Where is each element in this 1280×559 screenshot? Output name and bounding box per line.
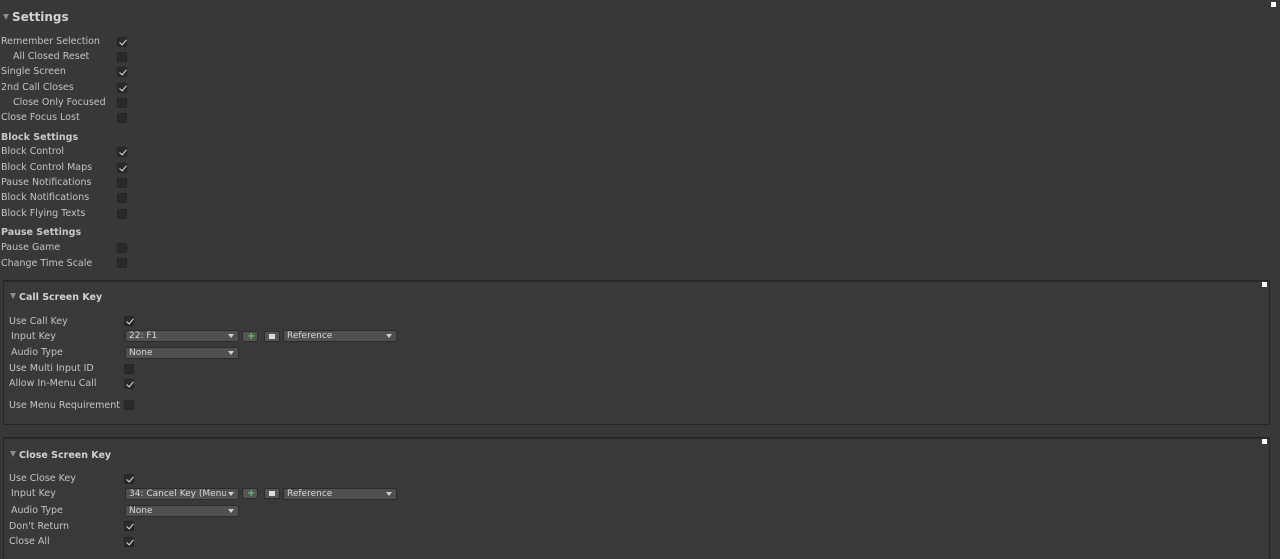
call-options-button[interactable] — [264, 331, 280, 342]
call-input-key-label: Input Key — [11, 331, 56, 342]
close-only-focused-label: Close Only Focused — [13, 97, 106, 108]
close-input-key-dropdown[interactable]: 34: Cancel Key (Menus — [125, 488, 239, 500]
use-call-key-label: Use Call Key — [9, 316, 68, 327]
close-audio-type-value: None — [129, 506, 153, 516]
block-notifications-toggle[interactable] — [117, 193, 127, 203]
allow-in-menu-call-label: Allow In-Menu Call — [9, 378, 97, 389]
close-audio-type-label: Audio Type — [11, 505, 63, 516]
block-settings-header: Block Settings — [1, 132, 79, 143]
call-reference-value: Reference — [287, 331, 333, 341]
close-input-key-value: 34: Cancel Key (Menus — [129, 489, 226, 499]
close-audio-type-dropdown[interactable]: None — [125, 505, 239, 517]
close-all-label: Close All — [9, 536, 50, 547]
close-input-key-label: Input Key — [11, 488, 56, 499]
pause-game-toggle[interactable] — [117, 243, 127, 253]
dont-return-label: Don't Return — [9, 521, 70, 532]
call-audio-type-label: Audio Type — [11, 347, 63, 358]
settings-title: Settings — [12, 10, 69, 24]
remember-selection-toggle[interactable] — [117, 37, 127, 47]
call-panel-corner-marker — [1262, 282, 1267, 287]
second-call-closes-toggle[interactable] — [117, 83, 127, 93]
call-reference-dropdown[interactable]: Reference — [283, 330, 397, 342]
use-menu-requirement-toggle[interactable] — [124, 400, 134, 410]
chevron-down-icon — [228, 509, 234, 513]
chevron-down-icon — [386, 492, 392, 496]
all-closed-reset-label: All Closed Reset — [13, 51, 90, 62]
block-flying-texts-label: Block Flying Texts — [1, 208, 86, 219]
chevron-down-icon — [228, 492, 234, 496]
use-multi-input-id-label: Use Multi Input ID — [9, 363, 94, 374]
change-time-scale-toggle[interactable] — [117, 258, 127, 268]
call-audio-type-value: None — [129, 348, 153, 358]
block-flying-texts-toggle[interactable] — [117, 209, 127, 219]
block-control-maps-toggle[interactable] — [117, 163, 127, 173]
triangle-down-icon — [10, 451, 16, 457]
use-menu-requirement-label: Use Menu Requirement — [9, 400, 120, 411]
close-add-button[interactable]: + — [242, 488, 258, 499]
change-time-scale-label: Change Time Scale — [1, 258, 93, 269]
close-screen-key-title: Close Screen Key — [19, 450, 112, 461]
call-input-key-dropdown[interactable]: 22: F1 — [125, 330, 239, 342]
plus-icon: + — [247, 331, 256, 342]
pause-settings-header: Pause Settings — [1, 227, 82, 238]
block-control-maps-label: Block Control Maps — [1, 162, 93, 173]
pause-notifications-label: Pause Notifications — [1, 177, 92, 188]
triangle-down-icon — [10, 293, 16, 299]
close-panel-corner-marker — [1262, 439, 1267, 444]
close-only-focused-toggle[interactable] — [117, 98, 127, 108]
block-notifications-label: Block Notifications — [1, 192, 90, 203]
block-control-toggle[interactable] — [117, 147, 127, 157]
plus-icon: + — [247, 488, 256, 499]
block-control-label: Block Control — [1, 146, 65, 157]
close-reference-dropdown[interactable]: Reference — [283, 488, 397, 500]
close-options-button[interactable] — [264, 488, 280, 499]
corner-marker — [1271, 2, 1276, 7]
use-multi-input-id-toggle[interactable] — [124, 364, 134, 374]
close-all-toggle[interactable] — [124, 537, 134, 547]
square-icon — [269, 491, 275, 496]
dont-return-toggle[interactable] — [124, 521, 134, 531]
settings-foldout[interactable]: Settings — [3, 10, 69, 24]
chevron-down-icon — [228, 334, 234, 338]
use-close-key-label: Use Close Key — [9, 473, 76, 484]
use-call-key-toggle[interactable] — [124, 316, 134, 326]
close-focus-lost-toggle[interactable] — [117, 113, 127, 123]
pause-game-label: Pause Game — [1, 242, 61, 253]
square-icon — [269, 334, 275, 339]
chevron-down-icon — [386, 334, 392, 338]
call-screen-key-foldout[interactable]: Call Screen Key — [10, 292, 102, 303]
call-add-button[interactable]: + — [242, 331, 258, 342]
single-screen-label: Single Screen — [1, 66, 66, 77]
call-screen-key-title: Call Screen Key — [19, 292, 103, 303]
close-focus-lost-label: Close Focus Lost — [1, 112, 80, 123]
call-input-key-value: 22: F1 — [129, 331, 158, 341]
remember-selection-label: Remember Selection — [1, 36, 100, 47]
all-closed-reset-toggle[interactable] — [117, 52, 127, 62]
close-screen-key-foldout[interactable]: Close Screen Key — [10, 450, 111, 461]
inspector-panel: Settings Remember Selection All Closed R… — [0, 0, 1280, 559]
triangle-down-icon — [3, 14, 9, 20]
call-audio-type-dropdown[interactable]: None — [125, 347, 239, 359]
use-close-key-toggle[interactable] — [124, 474, 134, 484]
allow-in-menu-call-toggle[interactable] — [124, 379, 134, 389]
single-screen-toggle[interactable] — [117, 67, 127, 77]
second-call-closes-label: 2nd Call Closes — [1, 82, 74, 93]
pause-notifications-toggle[interactable] — [117, 178, 127, 188]
chevron-down-icon — [228, 351, 234, 355]
close-reference-value: Reference — [287, 489, 333, 499]
